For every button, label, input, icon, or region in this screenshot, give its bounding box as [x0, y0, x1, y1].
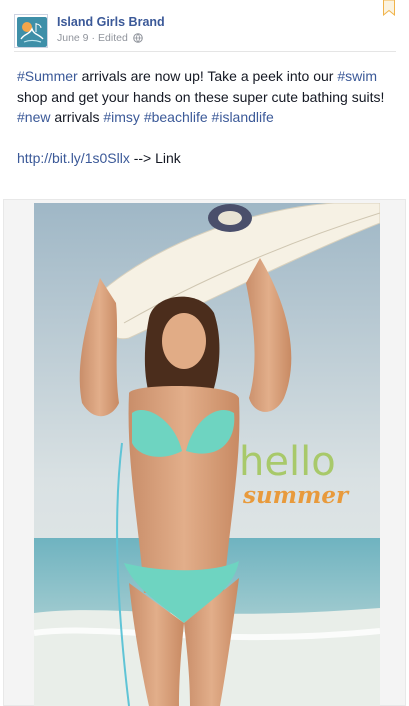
- message-text: arrivals: [50, 109, 104, 125]
- post-card: Island Girls Brand June 9 · Edited #Summ…: [0, 0, 409, 706]
- link-suffix: --> Link: [129, 149, 181, 166]
- photo-container: hello summer: [3, 199, 406, 706]
- bookmark-icon[interactable]: [383, 0, 395, 16]
- overlay-summer: summer: [242, 482, 350, 509]
- hashtag-link[interactable]: #islandlife: [212, 109, 274, 125]
- hashtag-link[interactable]: #imsy: [103, 109, 140, 125]
- beach-surfer-photo: hello summer: [34, 203, 380, 706]
- hashtag-link[interactable]: #swim: [337, 68, 377, 84]
- island-girls-logo-icon: [15, 15, 47, 47]
- overlay-hello: hello: [239, 439, 336, 485]
- short-link[interactable]: http://bit.ly/1s0Sllx: [17, 150, 130, 166]
- post-link-line: http://bit.ly/1s0Sllx --> Link: [17, 148, 387, 169]
- meta-separator: ·: [91, 32, 96, 44]
- post-meta: June 9 · Edited: [57, 32, 143, 44]
- post-date-link[interactable]: June 9: [57, 32, 89, 44]
- author-name-link[interactable]: Island Girls Brand: [57, 15, 165, 29]
- post-text: #Summer arrivals are now up! Take a peek…: [17, 66, 387, 128]
- post-photo[interactable]: hello summer: [34, 203, 380, 706]
- page-avatar[interactable]: [14, 14, 48, 48]
- globe-icon[interactable]: [133, 33, 143, 43]
- post-message: #Summer arrivals are now up! Take a peek…: [17, 66, 387, 168]
- hashtag-link[interactable]: #new: [17, 109, 50, 125]
- edited-link[interactable]: Edited: [98, 32, 128, 44]
- message-text: shop and get your hands on these super c…: [17, 88, 385, 105]
- message-text: arrivals are now up! Take a peek into ou…: [77, 68, 338, 84]
- post-header: Island Girls Brand June 9 · Edited: [14, 14, 384, 50]
- hashtag-link[interactable]: #Summer: [17, 68, 78, 84]
- header-divider: [14, 51, 396, 52]
- hashtag-link[interactable]: #beachlife: [144, 109, 208, 125]
